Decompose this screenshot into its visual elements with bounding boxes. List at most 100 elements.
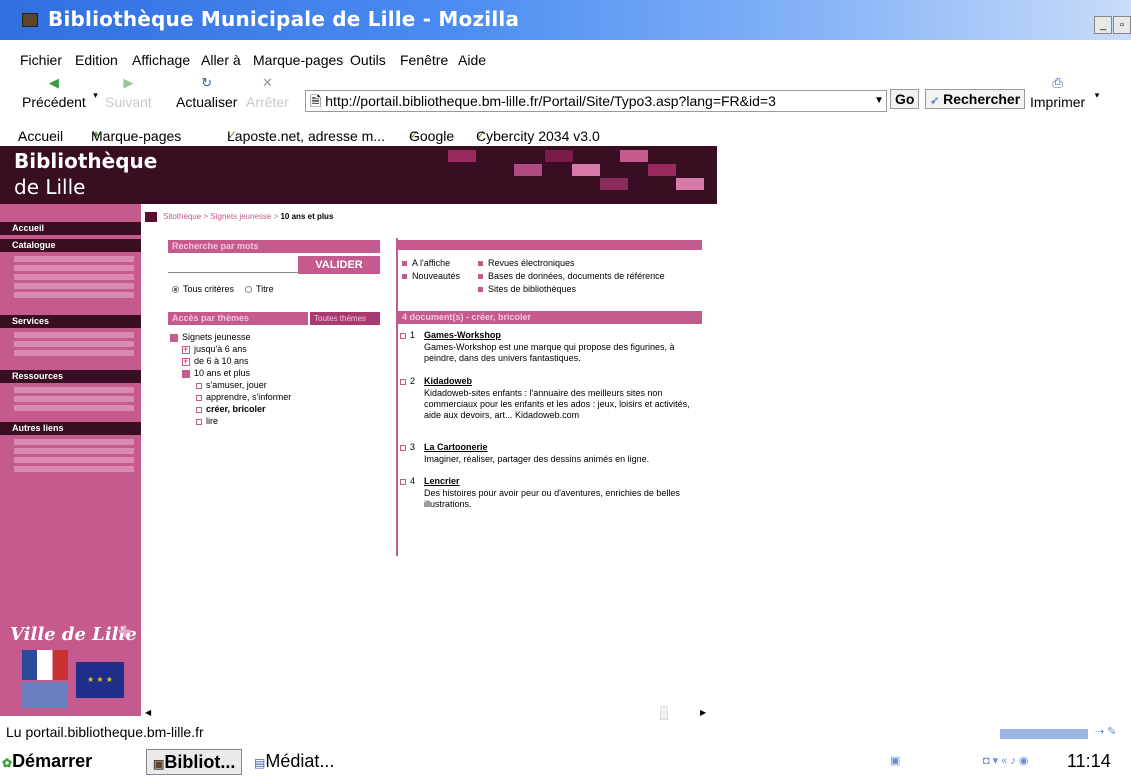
banner-decoration (448, 150, 476, 162)
taskbar-item-mediatheque[interactable]: ▤Médiat... (248, 749, 340, 775)
print-button[interactable]: ⎙ Imprimer ▾ (1030, 76, 1099, 111)
scroll-left-arrow-icon[interactable]: ◀ (145, 708, 151, 717)
sidebar-catalogue[interactable]: Catalogue (0, 239, 141, 252)
menu-outils[interactable]: Outils (350, 52, 386, 68)
breadcrumb-link[interactable]: Sitothèque (163, 212, 201, 221)
reload-label: Actualiser (176, 94, 238, 110)
search-arrow-icon: ➶ (930, 95, 940, 107)
result-title-link[interactable]: Lencrier (424, 476, 460, 486)
sidebar-subitem[interactable] (14, 341, 134, 347)
sidebar-autres-liens[interactable]: Autres liens (0, 422, 141, 435)
tree-item[interactable]: de 6 à 10 ans (182, 356, 249, 366)
result-num-label: 3 (410, 442, 416, 452)
minimize-button[interactable]: _ (1094, 16, 1112, 34)
vertical-scrollbar[interactable] (1120, 146, 1131, 716)
breadcrumb-link[interactable]: Signets jeunesse (210, 212, 271, 221)
sidebar-subitem[interactable] (14, 274, 134, 280)
tree-subitem[interactable]: s'amuser, jouer (196, 380, 267, 390)
link-label: Revues électroniques (488, 258, 575, 268)
url-dropdown-icon[interactable]: ▼ (874, 91, 884, 111)
search-button[interactable]: ➶ Rechercher (925, 89, 1026, 109)
go-button[interactable]: Go (890, 89, 920, 109)
menu-fenetre[interactable]: Fenêtre (400, 52, 448, 68)
radio-tous-criteres[interactable]: Tous critères (172, 284, 234, 294)
sidebar-subitem[interactable] (14, 448, 134, 454)
reload-button[interactable]: ↻ Actualiser (176, 76, 238, 111)
sidebar-subitem[interactable] (14, 396, 134, 402)
sidebar-subitem[interactable] (14, 292, 134, 298)
sidebar-accueil[interactable]: Accueil (0, 222, 141, 235)
mozilla-app-icon (22, 13, 38, 27)
menu-fichier[interactable]: Fichier (20, 52, 62, 68)
result-number: 4 (400, 476, 415, 486)
sidebar-subitem[interactable] (14, 256, 134, 262)
menu-aller[interactable]: Aller à (201, 52, 241, 68)
sidebar-services[interactable]: Services (0, 315, 141, 328)
system-tray[interactable]: ▣ ◘ ▾ « ♪ ◉ (890, 754, 1029, 767)
sidebar-subitem[interactable] (14, 439, 134, 445)
valider-button[interactable]: VALIDER (298, 256, 380, 274)
sidebar-subitem[interactable] (14, 350, 134, 356)
windows-flag-icon: ✿ (2, 756, 13, 770)
url-bar[interactable]: 🗎 http://portail.bibliotheque.bm-lille.fr… (305, 90, 887, 112)
taskbar-item-bibliotheque[interactable]: ▣Bibliot... (146, 749, 243, 775)
sidebar-subitem[interactable] (14, 387, 134, 393)
sidebar-subitem[interactable] (14, 265, 134, 271)
tree-subitem-selected[interactable]: créer, bricoler (196, 404, 266, 414)
link-bases-de-donnees[interactable]: Bases de données, documents de référence (478, 271, 665, 281)
tree-item[interactable]: 10 ans et plus (182, 368, 250, 378)
sidebar-subitem[interactable] (14, 332, 134, 338)
link-sites-bibliotheques[interactable]: Sites de bibliothèques (478, 284, 576, 294)
progress-bar (1000, 729, 1088, 739)
tree-subitem[interactable]: apprendre, s'informer (196, 392, 291, 402)
radio-titre[interactable]: Titre (245, 284, 274, 294)
back-dropdown-icon[interactable]: ▾ (93, 90, 98, 101)
link-nouveautes[interactable]: Nouveautés (402, 271, 460, 281)
search-panel-title: Recherche par mots (168, 240, 380, 253)
scroll-right-arrow-icon[interactable]: ▶ (700, 708, 706, 717)
print-dropdown-icon[interactable]: ▾ (1095, 90, 1100, 101)
breadcrumb: Sitothèque > Signets jeunesse > 10 ans e… (145, 212, 333, 222)
restore-button[interactable]: ▫ (1113, 16, 1131, 34)
site-subtitle: de Lille (14, 175, 86, 199)
sidebar-subitem[interactable] (14, 405, 134, 411)
sidebar-subitem[interactable] (14, 457, 134, 463)
result-title-link[interactable]: La Cartoonerie (424, 442, 488, 452)
banner-decoration (648, 164, 676, 176)
expand-icon[interactable] (182, 356, 190, 366)
link-revues-electroniques[interactable]: Revues électroniques (478, 258, 575, 268)
result-title-link[interactable]: Kidadoweb (424, 376, 472, 386)
stop-button[interactable]: ✕ Arrêter (246, 76, 289, 111)
tree-root[interactable]: Signets jeunesse (170, 332, 251, 342)
forward-arrow-icon: ▶ (123, 75, 134, 90)
bullet-icon (400, 332, 406, 339)
result-title-link[interactable]: Games-Workshop (424, 330, 501, 340)
tree-subitem[interactable]: lire (196, 416, 218, 426)
bookmarks-toolbar: ⌂ Accueil ✦ Marque-pages ✓ Laposte.net, ad… (0, 122, 1131, 144)
forward-button[interactable]: ▶ Suivant (105, 75, 152, 111)
menu-aide[interactable]: Aide (458, 52, 486, 68)
expand-icon[interactable] (182, 344, 190, 354)
keyword-search-input[interactable] (168, 257, 298, 273)
link-label: Bases de données, documents de référence (488, 271, 665, 281)
bookmark-label: Marque-pages (91, 128, 182, 144)
collapse-icon[interactable] (170, 333, 178, 342)
start-button[interactable]: ✿Démarrer (2, 751, 92, 772)
sidebar-ressources[interactable]: Ressources (0, 370, 141, 383)
web-page: Bibliothèque de Lille Accueil Catalogue … (0, 146, 1131, 720)
menu-affichage[interactable]: Affichage (132, 52, 190, 68)
bullet-icon (196, 382, 202, 389)
tree-item[interactable]: jusqu'à 6 ans (182, 344, 247, 354)
all-themes-button[interactable]: Toutes thèmes (310, 312, 380, 325)
site-title[interactable]: Bibliothèque (14, 150, 157, 172)
print-label: Imprimer (1030, 94, 1086, 110)
horizontal-scroll-thumb[interactable] (660, 706, 668, 720)
back-button[interactable]: ◀ Précédent ▾ (22, 76, 98, 111)
menu-edition[interactable]: Edition (75, 52, 118, 68)
sidebar-subitem[interactable] (14, 283, 134, 289)
link-a-l-affiche[interactable]: A l'affiche (402, 258, 450, 268)
menu-marque-pages[interactable]: Marque-pages (253, 52, 343, 68)
sidebar-subitem[interactable] (14, 466, 134, 472)
bullet-icon (400, 478, 406, 485)
collapse-icon[interactable] (182, 369, 190, 378)
